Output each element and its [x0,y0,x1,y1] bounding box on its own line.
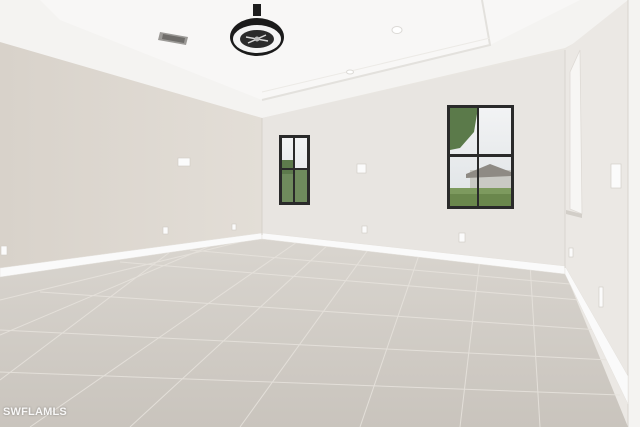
room-illustration [0,0,640,427]
wall-outlet [568,247,574,258]
light-switch [177,157,191,167]
room-photo: SWFLAMLS [0,0,640,427]
wall-outlet [598,286,604,308]
light-switch [356,163,367,174]
light-switch [610,163,622,189]
wall-outlet [162,226,169,235]
wall-outlet [361,225,368,234]
window-niche [569,49,583,215]
door-frame [628,0,640,427]
wall-outlet [231,223,237,231]
wall-outlet [0,245,8,256]
recessed-light [346,69,354,75]
window-small [279,135,310,205]
watermark-text: SWFLAMLS [3,406,67,418]
wall-outlet [458,232,466,243]
recessed-light [391,26,403,34]
window-large [447,105,514,209]
